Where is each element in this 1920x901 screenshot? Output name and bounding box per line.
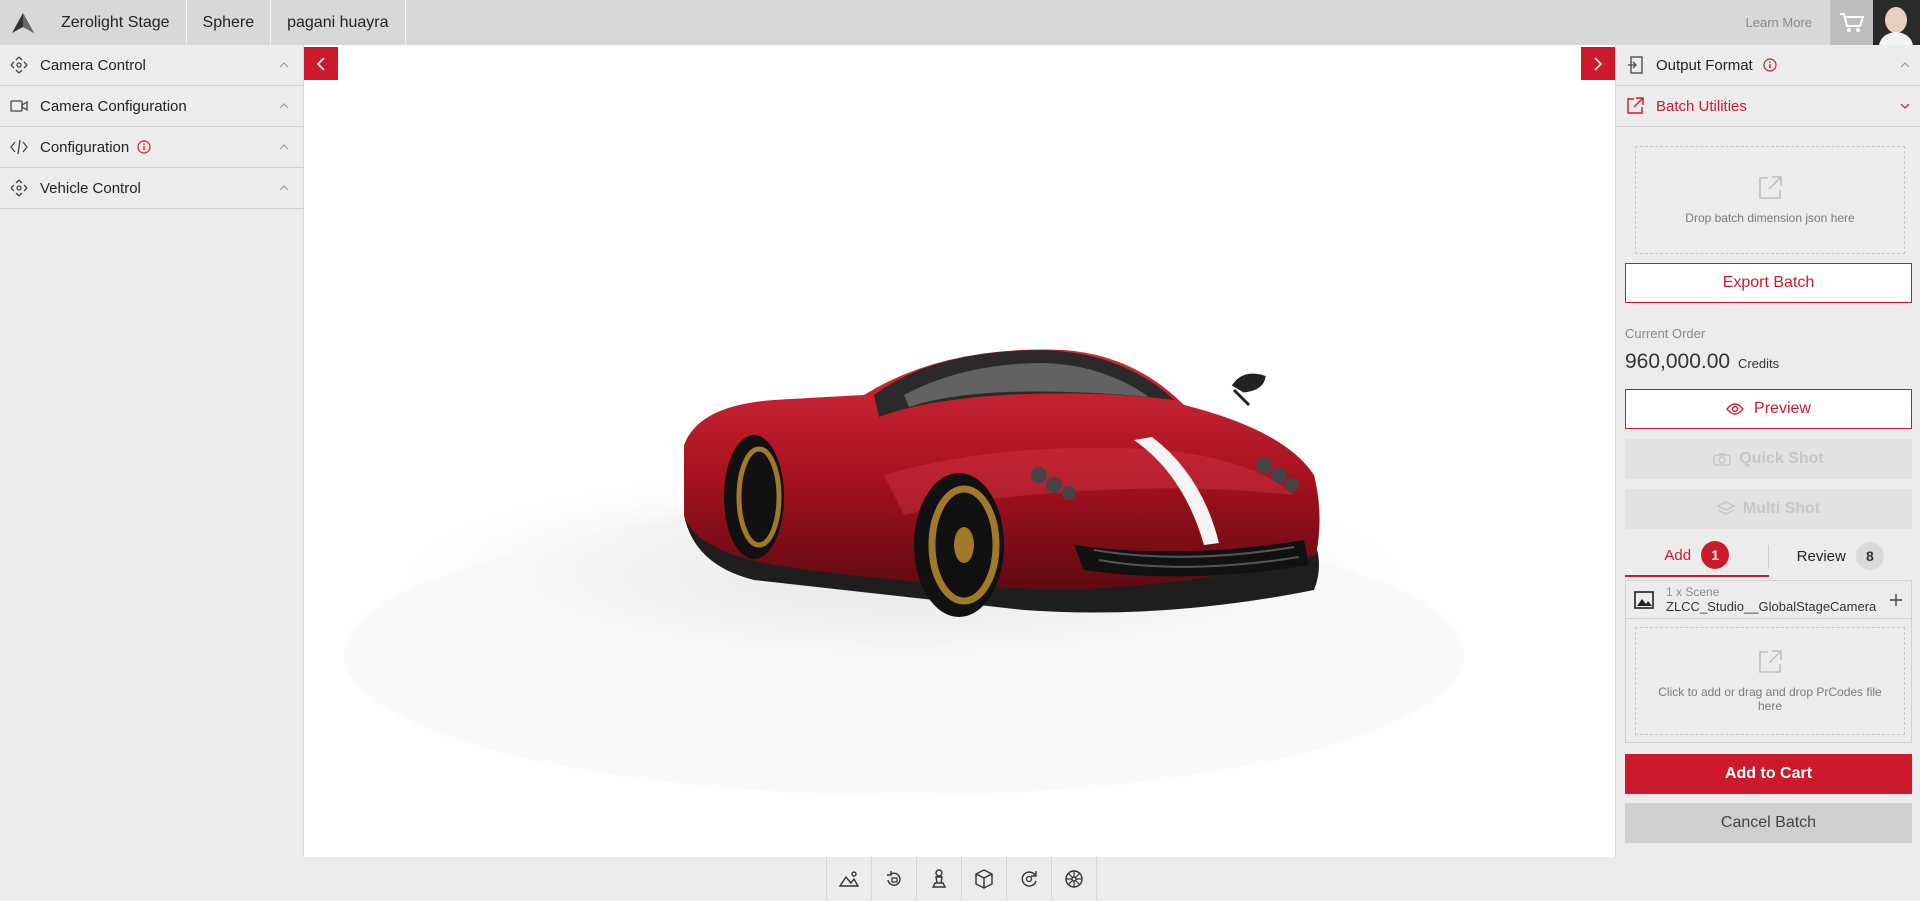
- accordion-output-format[interactable]: Output Format: [1616, 45, 1920, 86]
- code-icon: [8, 136, 30, 158]
- tab-review[interactable]: Review 8: [1769, 535, 1913, 577]
- pose-tool-button[interactable]: [917, 857, 962, 901]
- chess-piece-icon: [931, 869, 947, 888]
- right-panel: Output Format Batch Utilities Drop batch…: [1615, 45, 1920, 857]
- info-icon: [137, 140, 151, 154]
- current-order-value: 960,000.00 Credits: [1625, 350, 1779, 374]
- orbit-icon: [1021, 871, 1037, 887]
- chevron-up-icon: [279, 62, 289, 68]
- user-avatar[interactable]: [1873, 0, 1920, 45]
- rotate-tool-button[interactable]: [872, 857, 917, 901]
- count-badge: 8: [1855, 542, 1884, 570]
- multi-shot-button[interactable]: Multi Shot: [1625, 489, 1912, 529]
- learn-more-link[interactable]: Learn More: [1728, 0, 1830, 45]
- preview-label: Preview: [1754, 400, 1811, 417]
- chevron-up-icon: [1900, 62, 1910, 68]
- vehicle-control-icon: [8, 177, 30, 199]
- drop-zone-text: Click to add or drag and drop PrCodes fi…: [1658, 685, 1882, 713]
- wheel-icon: [1065, 870, 1083, 888]
- breadcrumb-sphere[interactable]: Sphere: [187, 0, 272, 45]
- preview-button[interactable]: Preview: [1625, 389, 1912, 429]
- external-link-icon: [1759, 650, 1782, 673]
- viewport-tools: [826, 857, 1097, 901]
- import-icon: [1624, 54, 1646, 76]
- 3d-viewport[interactable]: [304, 45, 1615, 857]
- batch-json-drop-zone[interactable]: Drop batch dimension json here: [1635, 146, 1905, 254]
- credits-unit: Credits: [1737, 356, 1780, 371]
- tab-add[interactable]: Add 1: [1625, 535, 1769, 577]
- camera-control-icon: [8, 54, 30, 76]
- accordion-label: Vehicle Control: [40, 179, 141, 197]
- top-bar: Zerolight Stage Sphere pagani huayra Lea…: [0, 0, 1920, 45]
- layers-icon: [1716, 501, 1735, 515]
- orbit-tool-button[interactable]: [1007, 857, 1052, 901]
- current-order-label: Current Order: [1625, 326, 1706, 341]
- rotate-icon: [887, 871, 901, 886]
- wheel-tool-button[interactable]: [1052, 857, 1097, 901]
- output-format-label: Output Format: [1656, 56, 1753, 74]
- external-link-icon: [1624, 95, 1646, 117]
- tab-label: Add: [1664, 546, 1692, 564]
- tab-label: Review: [1796, 547, 1846, 565]
- chevron-up-icon: [279, 103, 289, 109]
- batch-tabs: Add 1 Review 8: [1625, 535, 1912, 577]
- accordion-label: Configuration: [40, 138, 130, 156]
- cube-icon: [975, 869, 993, 889]
- breadcrumb-pagani-huayra[interactable]: pagani huayra: [271, 0, 406, 45]
- plus-icon[interactable]: [1889, 593, 1903, 607]
- left-panel: Camera Control Camera Configuration Conf…: [0, 45, 304, 857]
- chevron-up-icon: [279, 185, 289, 191]
- prcodes-drop-zone[interactable]: Click to add or drag and drop PrCodes fi…: [1635, 627, 1905, 735]
- multi-shot-label: Multi Shot: [1742, 500, 1821, 517]
- accordion-camera-control[interactable]: Camera Control: [0, 45, 303, 86]
- quick-shot-label: Quick Shot: [1739, 450, 1824, 467]
- zerolight-logo-icon[interactable]: [0, 0, 45, 45]
- add-to-cart-button[interactable]: Add to Cart: [1625, 754, 1912, 794]
- scene-name: ZLCC_Studio__GlobalStageCamera: [1666, 599, 1877, 614]
- bottom-toolbar: [0, 857, 1920, 901]
- model-tool-button[interactable]: [962, 857, 1007, 901]
- accordion-vehicle-control[interactable]: Vehicle Control: [0, 168, 303, 209]
- batch-utilities-label: Batch Utilities: [1656, 97, 1747, 115]
- drop-zone-text: Drop batch dimension json here: [1685, 211, 1855, 225]
- environment-tool-button[interactable]: [827, 857, 872, 901]
- chevron-up-icon: [279, 144, 289, 150]
- accordion-label: Camera Configuration: [40, 97, 187, 115]
- eye-icon: [1726, 403, 1744, 415]
- count-badge: 1: [1701, 541, 1730, 569]
- video-camera-icon: [8, 95, 30, 117]
- cancel-batch-button[interactable]: Cancel Batch: [1625, 803, 1912, 843]
- cart-icon: [1839, 12, 1864, 32]
- quick-shot-button[interactable]: Quick Shot: [1625, 439, 1912, 479]
- cart-button[interactable]: [1830, 0, 1873, 45]
- accordion-label: Camera Control: [40, 56, 146, 74]
- chevron-down-icon: [1900, 103, 1910, 109]
- accordion-configuration[interactable]: Configuration: [0, 127, 303, 168]
- environment-icon: [839, 871, 859, 887]
- camera-icon: [1713, 453, 1731, 466]
- export-batch-button[interactable]: Export Batch: [1625, 263, 1912, 303]
- order-amount: 960,000.00: [1625, 350, 1731, 373]
- scene-count-label: 1 x Scene: [1666, 585, 1720, 599]
- info-icon: [1763, 58, 1777, 72]
- scene-header[interactable]: 1 x Scene ZLCC_Studio__GlobalStageCamera: [1626, 581, 1911, 619]
- breadcrumb-zerolight-stage[interactable]: Zerolight Stage: [45, 0, 187, 45]
- image-icon: [1634, 590, 1654, 609]
- car-render: [344, 349, 1464, 795]
- accordion-batch-utilities[interactable]: Batch Utilities: [1616, 86, 1920, 127]
- accordion-camera-configuration[interactable]: Camera Configuration: [0, 86, 303, 127]
- external-link-icon: [1759, 176, 1782, 199]
